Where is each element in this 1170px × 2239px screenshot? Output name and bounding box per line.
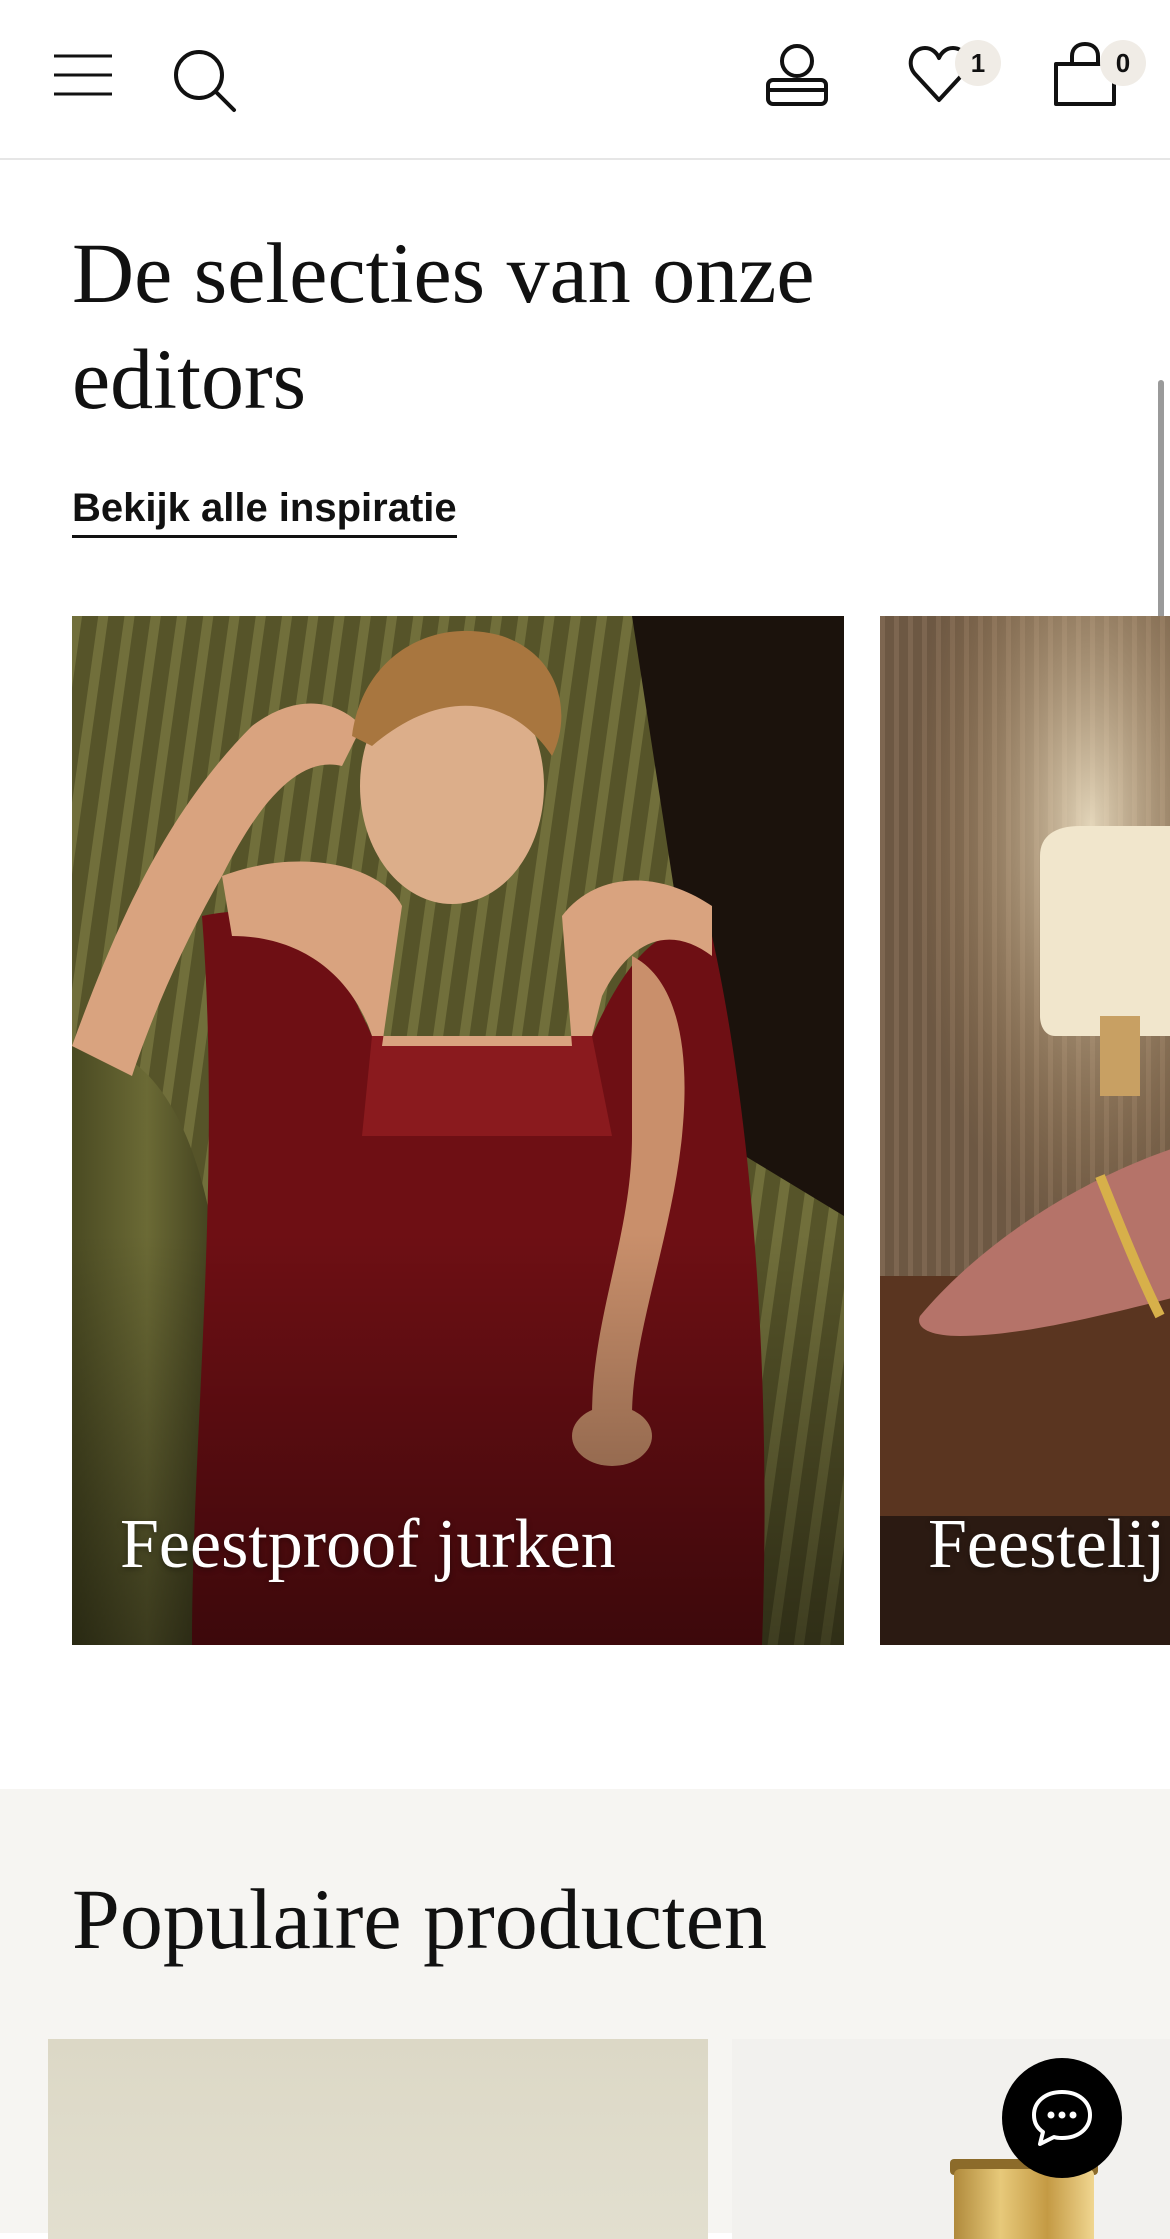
page-scrollbar[interactable] — [1158, 380, 1164, 642]
popular-products-section: Populaire producten — [0, 1789, 1170, 2239]
editor-card-festive[interactable]: Feestelij — [880, 616, 1170, 1645]
menu-icon[interactable] — [52, 52, 114, 98]
editors-section-title: De selecties van onze editors — [72, 225, 815, 427]
site-header: 1 0 — [0, 0, 1170, 160]
bag-count-badge: 0 — [1100, 40, 1146, 86]
card-caption: Feestelij — [928, 1506, 1166, 1583]
view-all-inspiration-link[interactable]: Bekijk alle inspiratie — [72, 486, 457, 538]
editor-card-party-dresses[interactable]: Feestproof jurken — [72, 616, 844, 1645]
card-image-lamp-and-shoe — [880, 616, 1170, 1645]
card-image-woman-red-dress — [72, 616, 844, 1645]
card-caption: Feestproof jurken — [120, 1506, 616, 1583]
chat-button[interactable] — [1002, 2058, 1122, 2178]
chat-bubble-icon — [1032, 2090, 1092, 2146]
product-image-bottle — [954, 2169, 1094, 2239]
account-icon[interactable] — [764, 42, 830, 108]
popular-products-title: Populaire producten — [72, 1871, 767, 1967]
search-icon[interactable] — [172, 48, 238, 114]
product-card[interactable] — [48, 2039, 708, 2239]
wishlist-count-badge: 1 — [955, 40, 1001, 86]
